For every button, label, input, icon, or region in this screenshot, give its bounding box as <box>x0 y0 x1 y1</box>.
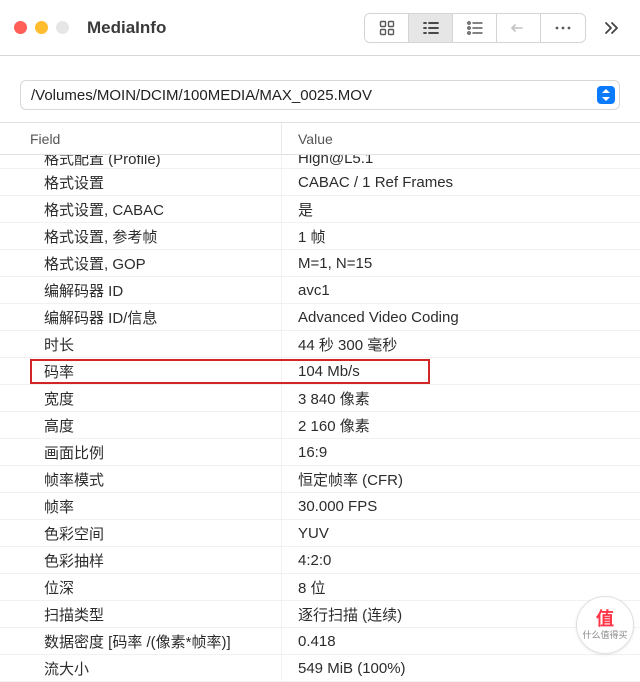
row-value: Advanced Video Coding <box>282 309 640 326</box>
row-value: 104 Mb/s <box>282 363 640 380</box>
view-switcher <box>364 13 586 43</box>
row-value: 1 帧 <box>282 226 640 247</box>
column-value[interactable]: Value <box>282 131 640 147</box>
row-value: CABAC / 1 Ref Frames <box>282 174 640 191</box>
app-title: MediaInfo <box>87 18 166 38</box>
table-row[interactable]: 格式设置, GOPM=1, N=15 <box>0 250 640 277</box>
grid-view-button[interactable] <box>365 14 409 42</box>
row-value: High@L5.1 <box>282 155 640 167</box>
watermark: 值 什么值得买 <box>576 596 634 654</box>
table-row[interactable]: 流大小549 MiB (100%) <box>0 655 640 682</box>
column-header: Field Value <box>0 123 640 155</box>
row-value: 恒定帧率 (CFR) <box>282 469 640 490</box>
close-icon[interactable] <box>14 21 27 34</box>
table-row[interactable]: 扫描类型逐行扫描 (连续) <box>0 601 640 628</box>
table-row[interactable]: 画面比例16:9 <box>0 439 640 466</box>
table-row[interactable]: 编解码器 ID/信息Advanced Video Coding <box>0 304 640 331</box>
path-dropdown-button[interactable] <box>597 86 615 104</box>
row-field: 格式设置, CABAC <box>0 196 282 222</box>
table-row[interactable]: 时长44 秒 300 毫秒 <box>0 331 640 358</box>
file-path-input[interactable] <box>20 80 620 110</box>
row-value: 549 MiB (100%) <box>282 660 640 677</box>
row-value: 16:9 <box>282 444 640 461</box>
row-field: 数据密度 [码率 /(像素*帧率)] <box>0 628 282 654</box>
table-row[interactable]: 色彩空间YUV <box>0 520 640 547</box>
table-row[interactable]: 色彩抽样4:2:0 <box>0 547 640 574</box>
list-bullets-button[interactable] <box>453 14 497 42</box>
more-icon <box>554 25 572 31</box>
row-field: 流大小 <box>0 655 282 681</box>
row-field: 时长 <box>0 331 282 357</box>
row-field: 画面比例 <box>0 439 282 465</box>
window-controls <box>14 21 69 34</box>
row-field: 帧率模式 <box>0 466 282 492</box>
row-value: 8 位 <box>282 577 640 598</box>
table-row[interactable]: 格式设置, CABAC是 <box>0 196 640 223</box>
table-row[interactable]: 位深8 位 <box>0 574 640 601</box>
row-field: 色彩空间 <box>0 520 282 546</box>
grid-icon <box>379 20 395 36</box>
row-value: 2 160 像素 <box>282 415 640 436</box>
table-row[interactable]: 格式设置, 参考帧1 帧 <box>0 223 640 250</box>
row-value: YUV <box>282 525 640 542</box>
table-row[interactable]: 编解码器 IDavc1 <box>0 277 640 304</box>
row-field: 编解码器 ID/信息 <box>0 304 282 330</box>
expand-toolbar-button[interactable] <box>596 21 626 35</box>
table-row[interactable]: 格式配置 (Profile)High@L5.1 <box>0 155 640 169</box>
minimize-icon[interactable] <box>35 21 48 34</box>
watermark-text: 什么值得买 <box>582 628 627 641</box>
row-field: 色彩抽样 <box>0 547 282 573</box>
row-field: 宽度 <box>0 385 282 411</box>
list-lines-icon <box>422 21 440 35</box>
table-row[interactable]: 数据密度 [码率 /(像素*帧率)]0.418 <box>0 628 640 655</box>
undo-icon <box>510 21 528 35</box>
table-row[interactable]: 高度2 160 像素 <box>0 412 640 439</box>
row-value: 44 秒 300 毫秒 <box>282 334 640 355</box>
row-field: 位深 <box>0 574 282 600</box>
row-field: 格式设置 <box>0 169 282 195</box>
list-lines-button[interactable] <box>409 14 453 42</box>
table-row[interactable]: 宽度3 840 像素 <box>0 385 640 412</box>
row-value: 4:2:0 <box>282 552 640 569</box>
list-bullets-icon <box>466 21 484 35</box>
table-row[interactable]: 格式设置CABAC / 1 Ref Frames <box>0 169 640 196</box>
row-field: 格式设置, GOP <box>0 250 282 276</box>
column-field[interactable]: Field <box>0 123 282 154</box>
row-field: 码率 <box>0 358 282 384</box>
titlebar: MediaInfo <box>0 0 640 56</box>
table-row[interactable]: 码率104 Mb/s <box>0 358 640 385</box>
row-field: 高度 <box>0 412 282 438</box>
row-field: 编解码器 ID <box>0 277 282 303</box>
row-value: avc1 <box>282 282 640 299</box>
row-value: 是 <box>282 199 640 220</box>
path-bar <box>0 56 640 123</box>
row-field: 格式设置, 参考帧 <box>0 223 282 249</box>
row-field: 扫描类型 <box>0 601 282 627</box>
undo-button[interactable] <box>497 14 541 42</box>
properties-table: 格式配置 (Profile)High@L5.1格式设置CABAC / 1 Ref… <box>0 155 640 682</box>
row-value: 3 840 像素 <box>282 388 640 409</box>
row-value: M=1, N=15 <box>282 255 640 272</box>
row-field: 帧率 <box>0 493 282 519</box>
zoom-icon[interactable] <box>56 21 69 34</box>
updown-icon <box>601 89 611 101</box>
table-row[interactable]: 帧率模式恒定帧率 (CFR) <box>0 466 640 493</box>
watermark-glyph: 值 <box>596 610 614 628</box>
table-row[interactable]: 帧率30.000 FPS <box>0 493 640 520</box>
row-value: 30.000 FPS <box>282 498 640 515</box>
chevron-double-right-icon <box>603 21 619 35</box>
row-field: 格式配置 (Profile) <box>0 155 282 168</box>
more-button[interactable] <box>541 14 585 42</box>
